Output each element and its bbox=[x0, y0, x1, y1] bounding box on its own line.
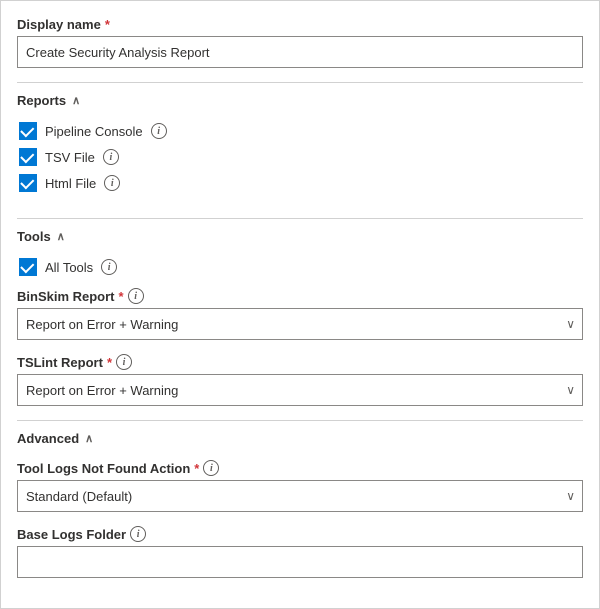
tslint-select-wrapper: Report on Error + Warning Report on Erro… bbox=[17, 374, 583, 406]
tool-logs-required-star: * bbox=[194, 461, 199, 476]
html-file-label: Html File bbox=[45, 176, 96, 191]
binskim-select-wrapper: Report on Error + Warning Report on Erro… bbox=[17, 308, 583, 340]
form-container: Display name * Reports ∧ Pipeline Consol… bbox=[0, 0, 600, 609]
tsv-file-row: TSV File i bbox=[17, 148, 583, 166]
binskim-label: BinSkim Report * i bbox=[17, 288, 583, 304]
base-logs-field-group: Base Logs Folder i bbox=[17, 526, 583, 578]
tslint-label: TSLint Report * i bbox=[17, 354, 583, 370]
binskim-info-icon[interactable]: i bbox=[128, 288, 144, 304]
tslint-select[interactable]: Report on Error + Warning Report on Erro… bbox=[17, 374, 583, 406]
reports-section-label: Reports bbox=[17, 93, 66, 108]
html-file-row: Html File i bbox=[17, 174, 583, 192]
pipeline-console-info-icon[interactable]: i bbox=[151, 123, 167, 139]
tool-logs-label: Tool Logs Not Found Action * i bbox=[17, 460, 583, 476]
tool-logs-field-group: Tool Logs Not Found Action * i Standard … bbox=[17, 460, 583, 512]
tsv-file-label: TSV File bbox=[45, 150, 95, 165]
advanced-content: Tool Logs Not Found Action * i Standard … bbox=[17, 454, 583, 578]
reports-chevron-icon: ∧ bbox=[72, 94, 80, 107]
advanced-section-label: Advanced bbox=[17, 431, 79, 446]
all-tools-label: All Tools bbox=[45, 260, 93, 275]
tool-logs-select[interactable]: Standard (Default) Warning Error bbox=[17, 480, 583, 512]
display-name-group: Display name * bbox=[17, 17, 583, 68]
html-file-info-icon[interactable]: i bbox=[104, 175, 120, 191]
tsv-file-checkbox-wrapper[interactable] bbox=[19, 148, 37, 166]
reports-section-header[interactable]: Reports ∧ bbox=[17, 82, 583, 116]
tools-content: All Tools i BinSkim Report * i Report on… bbox=[17, 252, 583, 406]
base-logs-input[interactable] bbox=[17, 546, 583, 578]
advanced-section-header[interactable]: Advanced ∧ bbox=[17, 420, 583, 454]
required-star: * bbox=[105, 17, 110, 32]
tools-section-header[interactable]: Tools ∧ bbox=[17, 218, 583, 252]
base-logs-label: Base Logs Folder i bbox=[17, 526, 583, 542]
pipeline-console-label: Pipeline Console bbox=[45, 124, 143, 139]
tsv-file-info-icon[interactable]: i bbox=[103, 149, 119, 165]
display-name-input[interactable] bbox=[17, 36, 583, 68]
all-tools-checkbox-wrapper[interactable] bbox=[19, 258, 37, 276]
html-file-checkbox-wrapper[interactable] bbox=[19, 174, 37, 192]
reports-checkboxes: Pipeline Console i TSV File i Html File … bbox=[17, 116, 583, 204]
all-tools-row: All Tools i bbox=[17, 258, 583, 276]
tools-section-label: Tools bbox=[17, 229, 51, 244]
base-logs-info-icon[interactable]: i bbox=[130, 526, 146, 542]
pipeline-console-checkbox-wrapper[interactable] bbox=[19, 122, 37, 140]
binskim-field-group: BinSkim Report * i Report on Error + War… bbox=[17, 288, 583, 340]
tool-logs-select-wrapper: Standard (Default) Warning Error ∨ bbox=[17, 480, 583, 512]
tslint-info-icon[interactable]: i bbox=[116, 354, 132, 370]
tslint-field-group: TSLint Report * i Report on Error + Warn… bbox=[17, 354, 583, 406]
display-name-label: Display name * bbox=[17, 17, 583, 32]
all-tools-info-icon[interactable]: i bbox=[101, 259, 117, 275]
binskim-required-star: * bbox=[119, 289, 124, 304]
tools-chevron-icon: ∧ bbox=[57, 230, 65, 243]
pipeline-console-row: Pipeline Console i bbox=[17, 122, 583, 140]
binskim-select[interactable]: Report on Error + Warning Report on Erro… bbox=[17, 308, 583, 340]
tool-logs-info-icon[interactable]: i bbox=[203, 460, 219, 476]
advanced-chevron-icon: ∧ bbox=[85, 432, 93, 445]
tslint-required-star: * bbox=[107, 355, 112, 370]
